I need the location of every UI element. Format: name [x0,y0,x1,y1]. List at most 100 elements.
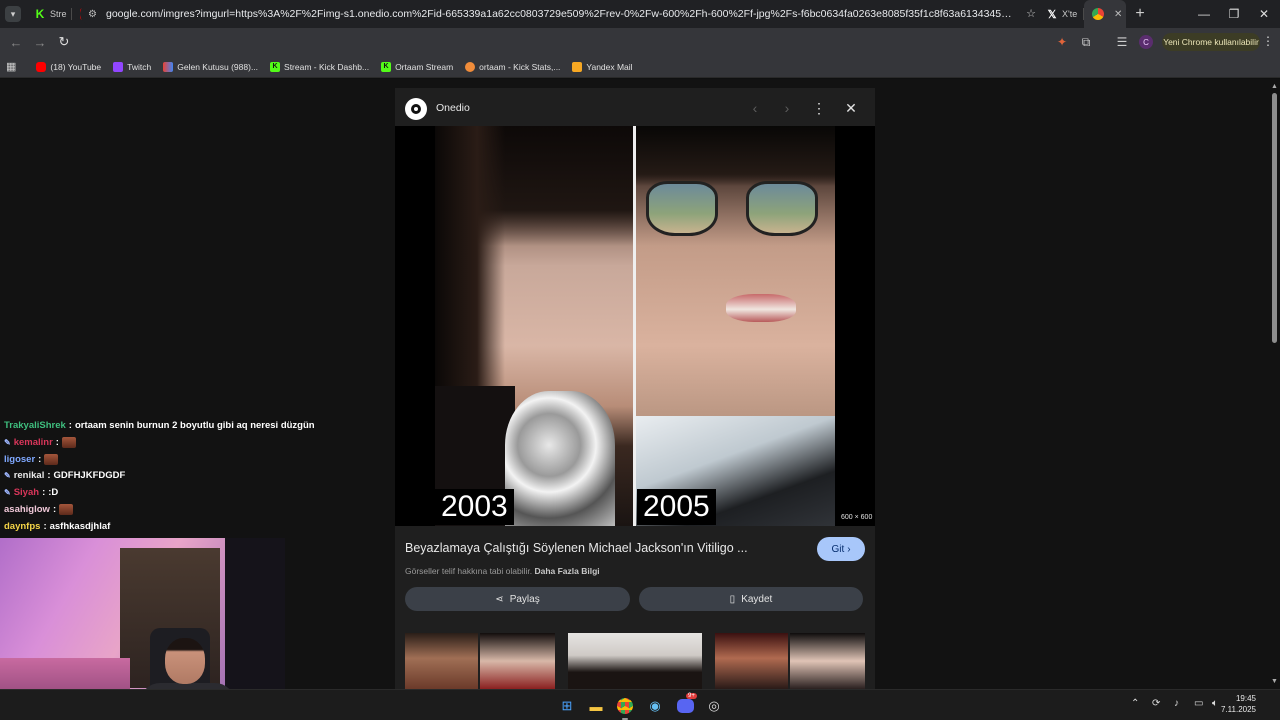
clock-date: 7.11.2025 [1221,705,1256,714]
taskbar-clock[interactable]: 19:45 7.11.2025 [1200,693,1256,715]
bookmark-label: (18) YouTube [50,61,102,72]
url-text: google.com/imgres?imgurl=https%3A%2F%2Fi… [106,8,1016,20]
related-image-3[interactable] [715,633,865,689]
source-name[interactable]: Onedio [436,102,470,114]
tab-search-button[interactable]: ▾ [0,0,26,28]
extension-icon[interactable]: ✦ [1052,28,1072,56]
clock-time: 19:45 [1235,694,1256,703]
windows-start-icon[interactable]: ⊞ [556,695,578,717]
chat-text: ortaam senin burnun 2 boyutlu gibi aq ne… [74,420,315,431]
microphone-icon[interactable]: ♪ [1174,698,1179,709]
scroll-up-icon[interactable]: ▲ [1271,83,1278,90]
steam-icon[interactable]: ◉ [644,695,666,717]
chat-message: ✎ kemalinr: [4,436,76,448]
bookmark-item[interactable]: (18) YouTube [36,61,102,72]
chat-separator: : [43,520,47,532]
bookmark-item[interactable]: Yandex Mail [572,61,633,72]
tab-label: X'te [1062,9,1078,19]
close-window-button[interactable]: ✕ [1248,0,1280,28]
bookmark-item[interactable]: Gelen Kutusu (988)... [163,61,259,72]
more-options-icon[interactable]: ⋮ [809,98,829,118]
site-info-icon[interactable]: ⚙ [88,9,102,20]
chat-username: kemalinr [13,436,53,448]
extensions-puzzle-icon[interactable]: ⧉ [1076,28,1096,56]
browser-tab[interactable]: K Stre [26,0,72,28]
bookmark-item[interactable]: Twitch [113,61,152,72]
visit-button[interactable]: Git › [817,537,865,561]
share-label: Paylaş [509,593,540,605]
scroll-down-icon[interactable]: ▼ [1271,678,1278,685]
tab-google-images[interactable]: ✕ [1084,0,1126,28]
bookmark-icon: ▯ [729,593,736,605]
chat-message: TrakyaliShrek: ortaam senin burnun 2 boyu… [4,420,315,431]
chat-message: ✎ Siyah::D [4,487,58,498]
chat-username: asahiglow [4,504,50,515]
chrome-taskbar-icon[interactable] [614,695,636,717]
photo-left-half [435,126,633,526]
profile-avatar[interactable]: C [1139,35,1153,49]
sync-icon[interactable]: ⟳ [1152,698,1160,709]
kick-icon: K [270,61,281,72]
chat-emote-icon [59,504,74,515]
google-icon [1092,8,1104,20]
chat-username: renikal [13,470,45,482]
update-chrome-button[interactable]: Yeni Chrome kullanılabilir [1162,33,1260,51]
twitch-icon [113,61,124,72]
previous-image-icon[interactable]: ‹ [745,98,765,118]
chat-username: Siyah [13,487,40,499]
minimize-button[interactable]: — [1188,0,1220,28]
page-scrollbar[interactable]: ▲ ▼ [1270,83,1278,688]
chat-badge-icon: ✎ [4,437,11,447]
chat-badge-icon: ✎ [4,488,11,498]
scrollbar-thumb[interactable] [1272,93,1277,343]
related-image-1[interactable] [405,633,555,689]
chat-text: asfhkasdjhlaf [49,520,111,532]
share-button[interactable]: ⋖ Paylaş [405,587,630,611]
copyright-notice: Görseller telif hakkına tabi olabilir. D… [405,566,600,576]
bookmark-star-icon[interactable]: ☆ [1026,7,1036,20]
chevron-right-icon: › [847,543,851,555]
image-dimensions: 600 × 600 [841,514,873,521]
chrome-menu-icon[interactable]: ⋮ [1262,34,1274,48]
apps-grid-icon[interactable]: ▦ [6,60,16,73]
year-label-right: 2005 [637,489,716,525]
chat-username: TrakyaliShrek [4,420,66,431]
address-bar[interactable]: ⚙ google.com/imgres?imgurl=https%3A%2F%2… [80,3,1046,25]
back-button[interactable]: ← [4,30,28,54]
onedio-logo[interactable] [405,98,427,120]
reading-list-icon[interactable]: ☰ [1112,28,1132,56]
chat-emote-icon [61,436,76,448]
bookmark-item[interactable]: K Ortaam Stream [381,61,454,72]
visit-label: Git [831,543,845,555]
bookmark-label: Ortaam Stream [395,61,454,72]
chat-message: ✎ renikal: GDFHJKFDGDF [4,470,125,481]
maximize-button[interactable]: ❐ [1218,0,1250,28]
chat-separator: : [68,420,72,431]
year-label-left: 2003 [435,489,514,525]
next-image-icon[interactable]: › [777,98,797,118]
youtube-icon [36,61,47,72]
close-viewer-icon[interactable]: ✕ [841,98,861,118]
tray-overflow-icon[interactable]: ⌃ [1131,698,1139,709]
reload-button[interactable]: ↻ [52,30,76,54]
obs-icon[interactable]: ◎ [703,695,725,717]
chat-emote-icon [44,453,59,465]
bookmark-item[interactable]: K Stream - Kick Dashb... [270,61,369,72]
related-image-2[interactable] [568,633,702,689]
save-button[interactable]: ▯ Kaydet [639,587,863,611]
bookmark-label: Twitch [127,61,152,72]
tab-close-icon[interactable]: ✕ [1114,9,1122,20]
forward-button[interactable]: → [28,30,52,54]
chat-username: ligoser [4,453,36,465]
chat-text: GDFHJKFDGDF [53,470,126,482]
discord-icon[interactable]: 9+ [674,693,697,717]
copyright-text: Görseller telif hakkına tabi olabilir. [405,566,533,576]
new-tab-button[interactable]: + [1126,5,1154,23]
bookmark-label: Gelen Kutusu (988)... [177,61,259,72]
file-explorer-icon[interactable]: ▬ [585,695,607,717]
learn-more-link[interactable]: Daha Fazla Bilgi [534,566,599,576]
preview-image[interactable]: 2003 2005 600 × 600 [395,126,875,526]
image-title[interactable]: Beyazlamaya Çalıştığı Söylenen Michael J… [405,541,785,555]
bookmark-item[interactable]: ortaam - Kick Stats,... [465,61,561,72]
bookmark-label: ortaam - Kick Stats,... [479,61,561,72]
